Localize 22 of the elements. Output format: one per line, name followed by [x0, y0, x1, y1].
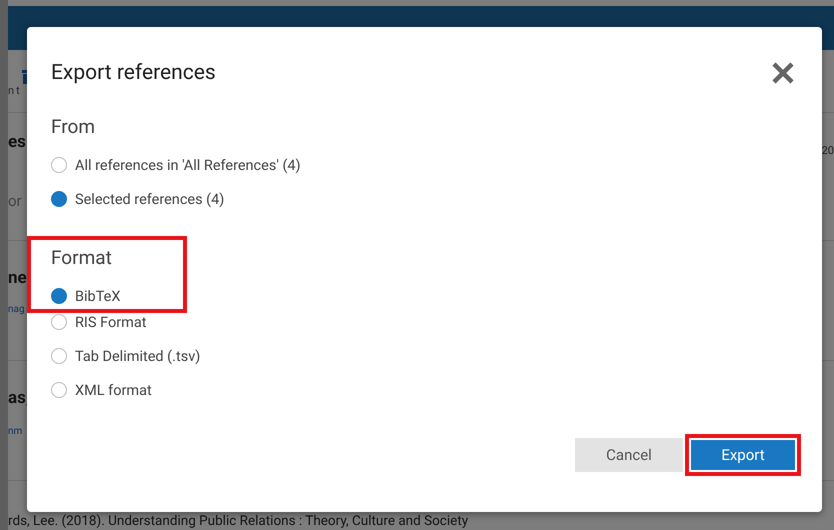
reference-year: 20 [822, 144, 834, 157]
radio-button[interactable] [51, 157, 67, 173]
radio-option[interactable]: All references in 'All References' (4) [51, 148, 798, 182]
export-button[interactable]: Export [685, 434, 801, 476]
radio-option[interactable]: XML format [51, 373, 798, 407]
list-text: nt [8, 84, 22, 97]
radio-option[interactable]: Selected references (4) [51, 182, 798, 216]
section-heading: From [51, 115, 96, 138]
reference-title: ne [8, 268, 27, 288]
section-heading: Format [51, 246, 113, 269]
radio-button[interactable] [51, 314, 67, 330]
radio-option[interactable]: Tab Delimited (.tsv) [51, 339, 798, 373]
radio-button[interactable] [51, 382, 67, 398]
radio-button[interactable] [51, 191, 67, 207]
radio-button[interactable] [51, 348, 67, 364]
radio-button[interactable] [51, 288, 67, 304]
reference-title: es [8, 132, 26, 152]
close-icon[interactable] [771, 61, 795, 85]
cancel-button[interactable]: Cancel [575, 438, 683, 472]
list-text: or [8, 192, 22, 210]
reference-title: rds, Lee. (2018). Understanding Public Relations : Theory, Culture and Society [8, 513, 468, 529]
dialog-title: Export references [51, 61, 216, 85]
